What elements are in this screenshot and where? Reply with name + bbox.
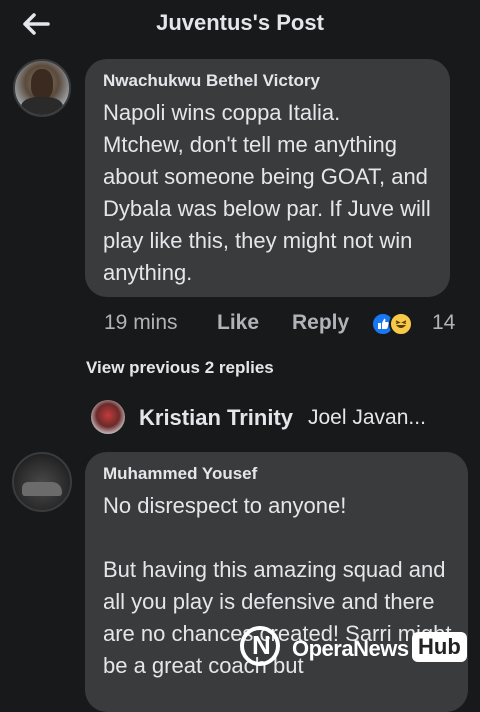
watermark-hub-badge: Hub bbox=[412, 632, 467, 662]
commenter-avatar[interactable] bbox=[13, 59, 71, 117]
reactions-summary[interactable] bbox=[371, 310, 417, 338]
reply-preview-text: Joel Javan... bbox=[308, 406, 426, 429]
comment-actions: 19 mins Like Reply 14 bbox=[104, 309, 474, 339]
latest-reply-preview[interactable]: Kristian Trinity Joel Javan... bbox=[88, 398, 468, 436]
comment-timestamp[interactable]: 19 mins bbox=[104, 311, 178, 335]
operanews-watermark: N OperaNews Hub bbox=[234, 612, 474, 674]
haha-reaction-icon bbox=[389, 312, 413, 336]
comment-author[interactable]: Nwachukwu Bethel Victory bbox=[103, 71, 320, 91]
reply-button[interactable]: Reply bbox=[292, 311, 349, 335]
view-previous-replies-link[interactable]: View previous 2 replies bbox=[86, 358, 274, 378]
top-bar: Juventus's Post bbox=[0, 0, 480, 50]
comment-author[interactable]: Muhammed Yousef bbox=[103, 464, 257, 484]
reply-author[interactable]: Kristian Trinity bbox=[139, 405, 293, 431]
like-button[interactable]: Like bbox=[217, 311, 259, 335]
commenter-avatar[interactable] bbox=[12, 452, 72, 512]
page-title: Juventus's Post bbox=[156, 10, 324, 35]
watermark-text: OperaNews bbox=[292, 636, 409, 661]
reply-avatar[interactable] bbox=[91, 400, 125, 434]
reaction-count[interactable]: 14 bbox=[432, 311, 455, 335]
comment-text: Napoli wins coppa Italia. Mtchew, don't … bbox=[103, 100, 431, 285]
comment-bubble[interactable]: Nwachukwu Bethel Victory Napoli wins cop… bbox=[85, 59, 450, 297]
